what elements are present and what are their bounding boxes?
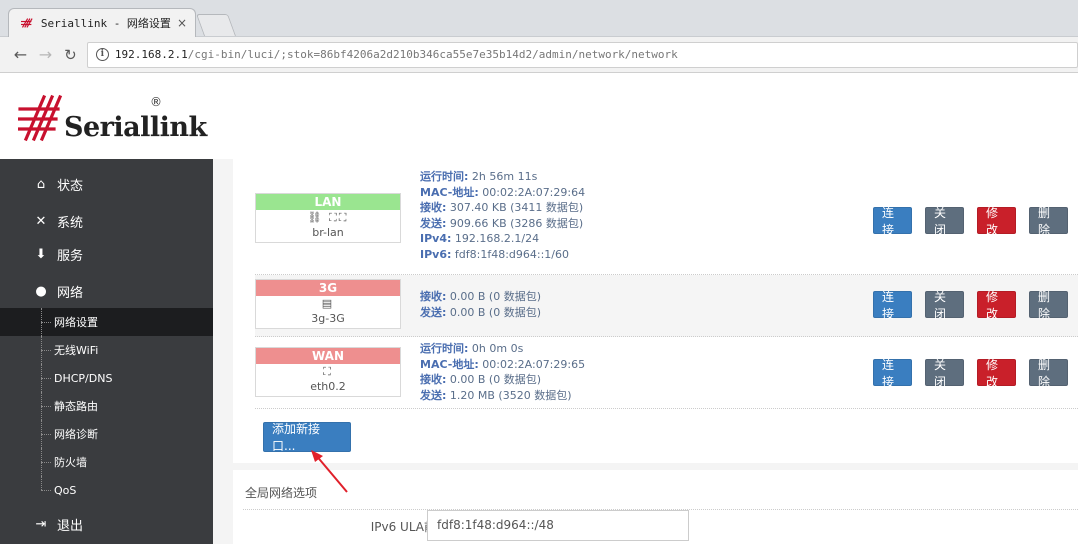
- connect-button[interactable]: 连接: [873, 358, 912, 389]
- interface-device: br-lan: [312, 226, 344, 239]
- home-icon: ⌂: [36, 176, 46, 192]
- address-bar[interactable]: i 192.168.2.1/cgi-bin/luci/;stok=86bf420…: [86, 41, 1078, 68]
- sidebar-subitem-diagnostics[interactable]: 网络诊断: [0, 420, 213, 448]
- interface-status: 接收: 0.00 B (0 数据包) 发送: 0.00 B (0 数据包): [420, 289, 541, 320]
- status-line: 发送: 909.66 KB (3286 数据包): [420, 216, 584, 230]
- global-network-options-panel: 全局网络选项 IPv6 ULA前缀 fdf8:1f48:d964::/48: [233, 470, 1078, 544]
- status-line: IPv4: 192.168.2.1/24: [420, 232, 540, 245]
- interface-name: LAN: [256, 194, 400, 210]
- delete-button[interactable]: 删除: [1029, 206, 1068, 237]
- red-arrow-annotation-icon: [311, 450, 348, 493]
- delete-button[interactable]: 删除: [1029, 358, 1068, 389]
- tab-title: Seriallink - 网络设置: [40, 17, 171, 30]
- info-icon[interactable]: i: [95, 48, 109, 61]
- interface-row-3g: 3G ▤ 3g-3G 接收: 0.00 B (0 数据包) 发送: 0.00 B…: [255, 275, 1078, 337]
- interface-row-lan: LAN ⛓ ⛶⛶ br-lan 运行时间: 2h 56m 11s MAC-地址:…: [255, 169, 1078, 275]
- tools-icon: ✕: [35, 213, 47, 229]
- edit-button[interactable]: 修改: [977, 358, 1016, 389]
- connect-button[interactable]: 连接: [873, 206, 912, 237]
- interface-badge: 3G ▤ 3g-3G: [255, 279, 401, 329]
- tab-close-icon[interactable]: ×: [177, 16, 187, 30]
- sidebar-subitem-static-routes[interactable]: 静态路由: [0, 392, 213, 420]
- edit-button[interactable]: 修改: [977, 290, 1016, 321]
- logout-icon: ⇥: [35, 516, 47, 532]
- status-line: IPv6: fdf8:1f48:d964::1/60: [420, 247, 569, 261]
- status-line: MAC-地址: 00:02:2A:07:29:65: [420, 357, 586, 371]
- sidebar-subitem-qos[interactable]: QoS: [0, 476, 213, 504]
- url-path: /cgi-bin/luci/;stok=86bf4206a2d210b346ca…: [187, 48, 678, 61]
- sidebar-item-label: 服务: [57, 248, 84, 264]
- sidebar-subitem-label: 防火墙: [54, 456, 87, 469]
- sidebar-subitem-label: DHCP/DNS: [54, 371, 113, 385]
- interface-status: 运行时间: 2h 56m 11s MAC-地址: 00:02:2A:07:29:…: [420, 169, 585, 262]
- sidebar-item-services[interactable]: ⬇ 服务: [0, 243, 213, 265]
- sidebar-subitem-label: 网络诊断: [54, 428, 98, 441]
- interface-device-icons: ⛶: [323, 365, 333, 378]
- reload-icon[interactable]: ↻: [60, 44, 81, 66]
- sidebar-item-label: 状态: [57, 178, 84, 194]
- browser-tab[interactable]: Seriallink - 网络设置 ×: [8, 8, 196, 37]
- sidebar-subitem-label: QoS: [54, 483, 77, 497]
- browser-tab-bar: Seriallink - 网络设置 ×: [0, 0, 1078, 37]
- sidebar-item-network[interactable]: ● 网络: [0, 280, 213, 302]
- interface-badge: LAN ⛓ ⛶⛶ br-lan: [255, 193, 401, 243]
- logo[interactable]: Seriallink ®: [18, 93, 207, 143]
- sidebar-subitem-wifi[interactable]: 无线WiFi: [0, 336, 213, 364]
- edit-button[interactable]: 修改: [977, 206, 1016, 237]
- forward-arrow-icon[interactable]: →: [35, 44, 56, 66]
- status-line: 运行时间: 0h 0m 0s: [420, 342, 524, 355]
- new-tab-button[interactable]: [195, 14, 237, 36]
- interface-row-wan: WAN ⛶ eth0.2 运行时间: 0h 0m 0s MAC-地址: 00:0…: [255, 337, 1078, 409]
- download-icon: ⬇: [35, 246, 47, 262]
- browser-toolbar: ← → ↻ i 192.168.2.1/cgi-bin/luci/;stok=8…: [0, 37, 1078, 73]
- sidebar-subitem-dhcp-dns[interactable]: DHCP/DNS: [0, 364, 213, 392]
- sidebar-subitem-label: 无线WiFi: [54, 344, 99, 357]
- sidebar-item-status[interactable]: ⌂ 状态: [0, 173, 213, 195]
- interface-actions: 连接 关闭 修改 删除: [873, 358, 1068, 389]
- interface-device: 3g-3G: [311, 312, 345, 325]
- interface-badge: WAN ⛶ eth0.2: [255, 347, 401, 397]
- seriallink-logo-mark-icon: [18, 94, 63, 142]
- sidebar-subitem-label: 静态路由: [54, 400, 98, 413]
- status-line: 接收: 0.00 B (0 数据包): [420, 373, 542, 386]
- interface-status: 运行时间: 0h 0m 0s MAC-地址: 00:02:2A:07:29:65…: [420, 341, 585, 403]
- sidebar-item-system[interactable]: ✕ 系统: [0, 210, 213, 232]
- interface-name: WAN: [256, 348, 400, 364]
- sidebar-item-label: 系统: [57, 215, 84, 231]
- sidebar-subitem-label: 网络设置: [54, 316, 98, 329]
- interface-actions: 连接 关闭 修改 删除: [873, 206, 1068, 237]
- connect-button[interactable]: 连接: [873, 290, 912, 321]
- globe-icon: ●: [35, 283, 47, 299]
- status-line: MAC-地址: 00:02:2A:07:29:64: [420, 185, 586, 199]
- sidebar: ⌂ 状态 ✕ 系统 ⬇ 服务 ● 网络 网络设置 无线WiFi DHCP/DNS…: [0, 159, 213, 544]
- site-header: Seriallink ®: [0, 73, 1078, 159]
- interface-device: eth0.2: [310, 380, 346, 393]
- status-line: 发送: 1.20 MB (3520 数据包): [420, 388, 572, 402]
- sidebar-item-logout[interactable]: ⇥ 退出: [0, 513, 213, 535]
- status-line: 接收: 307.40 KB (3411 数据包): [420, 201, 584, 214]
- ipv6-ula-input[interactable]: fdf8:1f48:d964::/48: [427, 510, 689, 541]
- registered-mark: ®: [150, 95, 162, 109]
- sidebar-item-label: 退出: [57, 518, 84, 534]
- interfaces-panel: LAN ⛓ ⛶⛶ br-lan 运行时间: 2h 56m 11s MAC-地址:…: [233, 159, 1078, 463]
- sidebar-subitem-firewall[interactable]: 防火墙: [0, 448, 213, 476]
- close-button[interactable]: 关闭: [925, 290, 964, 321]
- sidebar-subitem-network-settings[interactable]: 网络设置: [0, 308, 213, 336]
- close-button[interactable]: 关闭: [925, 358, 964, 389]
- interface-actions: 连接 关闭 修改 删除: [873, 290, 1068, 321]
- interface-device-icons: ⛓ ⛶⛶: [307, 211, 349, 224]
- close-button[interactable]: 关闭: [925, 206, 964, 237]
- back-arrow-icon[interactable]: ←: [10, 44, 31, 66]
- interface-name: 3G: [256, 280, 400, 296]
- status-line: 发送: 0.00 B (0 数据包): [420, 305, 542, 319]
- url-host: 192.168.2.1: [114, 48, 188, 61]
- sidebar-item-label: 网络: [57, 285, 84, 301]
- interface-device-icons: ▤: [321, 297, 335, 310]
- logo-text: Seriallink: [64, 112, 207, 143]
- seriallink-favicon-icon: [21, 18, 33, 28]
- status-line: 运行时间: 2h 56m 11s: [420, 170, 538, 183]
- delete-button[interactable]: 删除: [1029, 290, 1068, 321]
- status-line: 接收: 0.00 B (0 数据包): [420, 290, 542, 303]
